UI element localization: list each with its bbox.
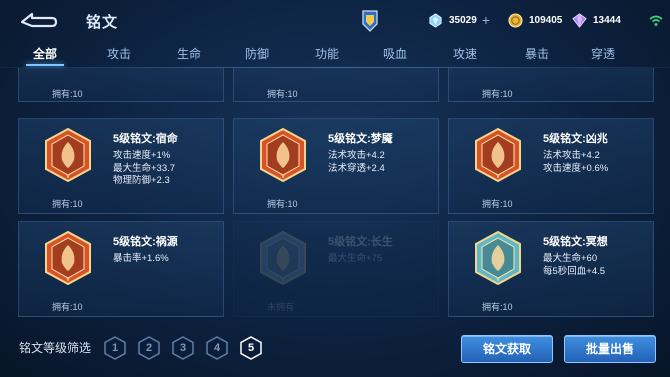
gold-currency: 109405 [508, 11, 562, 29]
owned-count: 拥有:10 [267, 89, 298, 99]
level-filter-1[interactable]: 1 [104, 336, 126, 360]
diamond-currency: 35029 + [428, 11, 490, 29]
inscription-card[interactable]: V 5级铭文:宿命 攻击速度+1% 最大生命+33.7 物理防御+2.3 拥有:10 [18, 118, 224, 214]
attribute-line: 法术攻击+4.2 [543, 150, 600, 161]
tab-5[interactable]: 功能 [296, 42, 358, 66]
inscription-grid[interactable]: 拥有:10 拥有:10 拥有:10 V 5级铭文:宿命 攻击速度+1% 最大生命+33… [18, 68, 654, 320]
category-tabs: 全部 攻击 生命 防御 功能 吸血 攻速 暴击 穿透 [0, 42, 670, 68]
attribute-line: 最大生命+60 [543, 253, 598, 264]
attribute-line: 暴击率+1.6% [113, 253, 169, 264]
inscription-card[interactable]: V 5级铭文:梦魇 法术攻击+4.2 法术穿透+2.4 拥有:10 [233, 118, 439, 214]
calamity-gem-icon: V [45, 231, 91, 285]
tab-3[interactable]: 生命 [158, 42, 220, 66]
level-filter-3[interactable]: 3 [172, 336, 194, 360]
attribute-line: 物理防御+2.3 [113, 175, 170, 186]
owned-count: 拥有:10 [482, 199, 513, 209]
inscription-card-partial-3[interactable]: 拥有:10 [448, 68, 654, 102]
owned-count: 拥有:10 [52, 199, 83, 209]
crystal-currency: 13444 [572, 11, 621, 29]
purple-crystal-icon [572, 12, 587, 28]
gold-coin-icon [508, 12, 523, 28]
owned-count: 未拥有 [267, 302, 295, 312]
tab-6[interactable]: 吸血 [364, 42, 426, 66]
inscription-name: 5级铭文:长生 [328, 236, 393, 248]
owned-count: 拥有:10 [52, 302, 83, 312]
attribute-line: 法术穿透+2.4 [328, 162, 385, 174]
inscription-attributes: 最大生命+75 [328, 253, 382, 266]
attribute-line: 最大生命+75 [328, 253, 383, 264]
inscription-attributes: 法术攻击+4.2 攻击速度+0.6% [543, 150, 608, 175]
level-number: 4 [213, 342, 221, 354]
inscription-attributes: 攻击速度+1% 最大生命+33.7 物理防御+2.3 [113, 150, 175, 188]
meditation-gem-icon: V [475, 231, 521, 285]
bulk-sell-button[interactable]: 批量出售 [564, 335, 656, 363]
top-bar: 铭文 35029 + 109405 13444 [0, 0, 670, 40]
inscription-name: 5级铭文:宿命 [113, 133, 178, 145]
attribute-line: 攻击速度+1% [113, 150, 171, 161]
fate-gem-icon: V [45, 128, 91, 182]
level-number: 2 [145, 342, 153, 354]
inscription-name: 5级铭文:凶兆 [543, 133, 608, 145]
tab-7[interactable]: 攻速 [434, 42, 496, 66]
nightmare-gem-icon: V [260, 128, 306, 182]
level-number: 3 [179, 342, 187, 354]
omen-gem-icon: V [475, 128, 521, 182]
inscription-card[interactable]: V 5级铭文:凶兆 法术攻击+4.2 攻击速度+0.6% 拥有:10 [448, 118, 654, 214]
tab-4[interactable]: 防御 [226, 42, 288, 66]
level-filter-5[interactable]: 5 [240, 336, 262, 360]
level-number: 5 [247, 342, 255, 354]
gold-count: 109405 [529, 14, 563, 26]
tab-9[interactable]: 穿透 [572, 42, 634, 66]
level-number: 1 [111, 342, 119, 354]
longevity-gem-icon: V [260, 231, 306, 285]
attribute-line: 攻击速度+0.6% [543, 162, 609, 174]
rank-badge-icon[interactable] [360, 10, 380, 32]
inscription-card[interactable]: V 5级铭文:长生 最大生命+75 未拥有 [233, 221, 439, 317]
inscription-attributes: 暴击率+1.6% [113, 253, 169, 266]
level-filter-label: 铭文等级筛选 [19, 341, 92, 355]
get-inscription-button[interactable]: 铭文获取 [461, 335, 553, 363]
tab-1[interactable]: 全部 [14, 42, 76, 66]
wifi-icon [649, 14, 663, 28]
inscription-card-partial-2[interactable]: 拥有:10 [233, 68, 439, 102]
diamond-count: 35029 [449, 14, 477, 26]
attribute-line: 法术攻击+4.2 [328, 150, 385, 161]
add-diamond-button[interactable]: + [482, 13, 490, 27]
inscription-card[interactable]: V 5级铭文:祸源 暴击率+1.6% 拥有:10 [18, 221, 224, 317]
diamond-icon [429, 12, 442, 28]
inscription-card-partial-1[interactable]: 拥有:10 [18, 68, 224, 102]
crystal-count: 13444 [593, 14, 621, 26]
inscription-name: 5级铭文:祸源 [113, 236, 178, 248]
owned-count: 拥有:10 [482, 89, 513, 99]
inscription-name: 5级铭文:梦魇 [328, 133, 393, 145]
level-filter-4[interactable]: 4 [206, 336, 228, 360]
tab-2[interactable]: 攻击 [88, 42, 150, 66]
page-title: 铭文 [86, 14, 119, 31]
attribute-line: 最大生命+33.7 [113, 162, 176, 174]
inscription-card[interactable]: V 5级铭文:冥想 最大生命+60 每5秒回血+4.5 拥有:10 [448, 221, 654, 317]
level-filter-2[interactable]: 2 [138, 336, 160, 360]
owned-count: 拥有:10 [267, 199, 298, 209]
inscription-attributes: 最大生命+60 每5秒回血+4.5 [543, 253, 605, 278]
inscription-attributes: 法术攻击+4.2 法术穿透+2.4 [328, 150, 385, 175]
owned-count: 拥有:10 [482, 302, 513, 312]
tab-8[interactable]: 暴击 [506, 42, 568, 66]
attribute-line: 每5秒回血+4.5 [543, 265, 606, 277]
inscription-name: 5级铭文:冥想 [543, 236, 608, 248]
owned-count: 拥有:10 [52, 89, 83, 99]
back-arrow-icon[interactable] [16, 8, 58, 32]
